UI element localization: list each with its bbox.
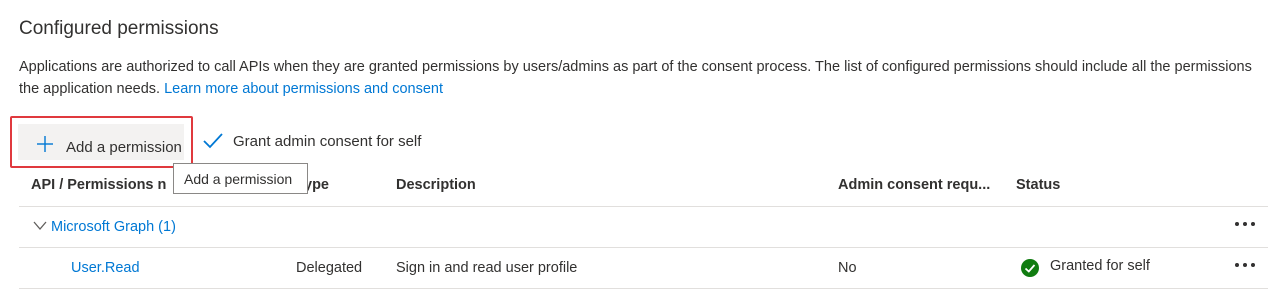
chevron-down-icon[interactable] bbox=[33, 221, 47, 231]
grant-admin-consent-label: Grant admin consent for self bbox=[233, 133, 422, 150]
column-header-description[interactable]: Description bbox=[396, 177, 476, 193]
learn-more-link[interactable]: Learn more about permissions and consent bbox=[164, 81, 443, 97]
add-permission-button[interactable]: Add a permission bbox=[10, 116, 193, 168]
permission-description: Sign in and read user profile bbox=[396, 260, 578, 276]
plus-icon bbox=[37, 136, 53, 152]
add-permission-tooltip: Add a permission bbox=[173, 163, 308, 194]
column-header-status[interactable]: Status bbox=[1016, 177, 1060, 193]
more-options-icon[interactable] bbox=[1234, 261, 1256, 269]
tooltip-text: Add a permission bbox=[184, 171, 293, 187]
section-title: Configured permissions bbox=[19, 18, 219, 39]
permission-name-link[interactable]: User.Read bbox=[71, 260, 140, 276]
success-check-circle-icon bbox=[1021, 259, 1039, 277]
add-permission-button-surface[interactable]: Add a permission bbox=[18, 124, 184, 160]
configured-permissions-page: Configured permissions Applications are … bbox=[0, 0, 1276, 308]
column-header-admin-consent[interactable]: Admin consent requ... bbox=[838, 177, 990, 193]
checkmark-icon bbox=[203, 133, 223, 149]
status-text: Granted for self bbox=[1050, 258, 1150, 274]
column-header-api[interactable]: API / Permissions n bbox=[31, 177, 166, 193]
group-row-microsoft-graph[interactable]: Microsoft Graph (1) bbox=[19, 207, 1268, 248]
table-row: User.Read Delegated Sign in and read use… bbox=[19, 248, 1268, 289]
group-name-link[interactable]: Microsoft Graph (1) bbox=[51, 219, 176, 235]
add-permission-label: Add a permission bbox=[66, 139, 182, 156]
more-options-icon[interactable] bbox=[1234, 220, 1256, 228]
section-description: Applications are authorized to call APIs… bbox=[19, 56, 1264, 100]
permission-type: Delegated bbox=[296, 260, 363, 276]
grant-admin-consent-button[interactable]: Grant admin consent for self bbox=[200, 122, 460, 158]
admin-consent-value: No bbox=[838, 260, 857, 276]
